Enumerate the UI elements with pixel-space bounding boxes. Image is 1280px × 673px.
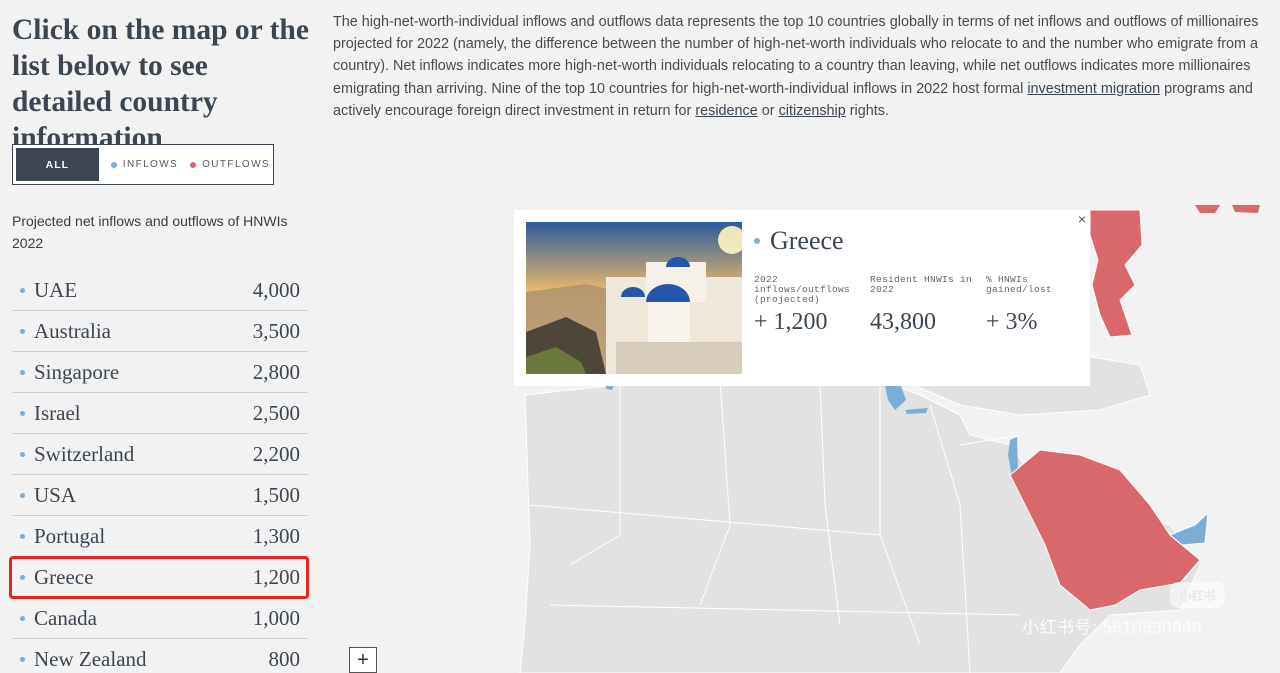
country-value: 1,200	[252, 564, 300, 589]
citizenship-link[interactable]: citizenship	[779, 103, 846, 119]
intro-text-4: rights.	[845, 102, 889, 119]
country-value: 2,500	[252, 400, 300, 425]
country-row-singapore[interactable]: Singapore 2,800	[12, 352, 308, 393]
country-panel: Click on the map or the list below to se…	[0, 0, 320, 673]
country-value: 1,000	[252, 605, 300, 630]
stat-value: + 3%	[986, 309, 1038, 335]
country-name: UAE	[34, 277, 78, 302]
country-row-new-zealand[interactable]: New Zealand 800	[12, 639, 308, 673]
country-value: 1,300	[252, 523, 300, 548]
stat-label: Resident HNWIs in 2022	[870, 274, 973, 295]
stat-value: 43,800	[870, 309, 936, 335]
country-name: Portugal	[34, 523, 106, 548]
bullet-icon	[20, 287, 25, 293]
residence-link[interactable]: residence	[695, 103, 757, 119]
intro-paragraph: The high-net-worth-individual inflows an…	[333, 11, 1268, 122]
country-name: Israel	[34, 400, 81, 425]
country-value: 800	[268, 647, 301, 671]
country-photo	[526, 222, 742, 374]
inflows-dot-icon	[110, 161, 117, 168]
stat-inflows: 2022 inflows/outflows (projected) + 1,20…	[754, 275, 864, 336]
intro-text-3: or	[757, 102, 779, 119]
country-name: Switzerland	[34, 441, 135, 466]
bullet-icon	[20, 574, 25, 580]
stat-label: % HNWIs gained/lost	[986, 274, 1053, 295]
country-row-greece[interactable]: Greece 1,200	[12, 557, 308, 598]
santorini-image	[526, 222, 742, 374]
stat-percent-change: % HNWIs gained/lost + 3%	[986, 275, 1096, 336]
country-value: 3,500	[252, 318, 300, 343]
bullet-icon	[20, 410, 25, 416]
bullet-icon	[20, 492, 25, 498]
investment-migration-link[interactable]: investment migration	[1027, 81, 1160, 97]
filter-outflows-label: OUTFLOWS	[202, 159, 270, 170]
bullet-icon	[20, 328, 25, 334]
bullet-icon	[20, 451, 25, 457]
filter-inflows-button[interactable]: INFLOWS	[110, 159, 179, 170]
watermark-badge: 小红书	[1170, 582, 1225, 608]
country-name: Singapore	[34, 359, 120, 384]
country-value: 1,500	[252, 482, 300, 507]
country-row-israel[interactable]: Israel 2,500	[12, 393, 308, 434]
country-row-uae[interactable]: UAE 4,000	[12, 270, 308, 311]
country-row-portugal[interactable]: Portugal 1,300	[12, 516, 308, 557]
bullet-icon	[20, 533, 25, 539]
country-name: Canada	[34, 605, 97, 630]
country-row-switzerland[interactable]: Switzerland 2,200	[12, 434, 308, 475]
filter-outflows-button[interactable]: OUTFLOWS	[190, 159, 270, 170]
flow-filter: ALL INFLOWS OUTFLOWS	[12, 144, 274, 185]
country-name: Australia	[34, 318, 111, 343]
filter-all-button[interactable]: ALL	[16, 148, 99, 181]
popup-country-title: Greece	[754, 226, 844, 256]
page-headline: Click on the map or the list below to se…	[12, 14, 309, 154]
country-popup: × Greece 2022 inflows/outflows (projecte…	[514, 210, 1090, 386]
stat-value: + 1,200	[754, 309, 828, 335]
map-region-outflow-ne	[1195, 205, 1220, 213]
popup-country-name: Greece	[770, 226, 844, 255]
filter-inflows-label: INFLOWS	[122, 159, 179, 170]
country-row-usa[interactable]: USA 1,500	[12, 475, 308, 516]
country-name: USA	[34, 482, 77, 507]
country-list: UAE 4,000 Australia 3,500 Singapore 2,80…	[12, 270, 308, 673]
zoom-in-button[interactable]: +	[349, 647, 377, 673]
bullet-icon	[754, 238, 760, 244]
map-region-outflow-ne2	[1232, 205, 1260, 213]
bullet-icon	[20, 369, 25, 375]
stat-resident-hnwis: Resident HNWIs in 2022 43,800	[870, 275, 980, 336]
country-value: 2,200	[252, 441, 300, 466]
country-row-canada[interactable]: Canada 1,000	[12, 598, 308, 639]
watermark-text: 小红书号: 5610830940	[1022, 618, 1202, 637]
outflows-dot-icon	[190, 161, 197, 168]
list-caption: Projected net inflows and outflows of HN…	[12, 213, 288, 251]
country-name: Greece	[34, 564, 94, 589]
bullet-icon	[20, 657, 25, 662]
country-value: 2,800	[252, 359, 300, 384]
bullet-icon	[20, 615, 25, 621]
country-row-australia[interactable]: Australia 3,500	[12, 311, 308, 352]
map-region-uae	[1169, 511, 1209, 546]
stat-label: 2022 inflows/outflows (projected)	[754, 274, 851, 305]
country-value: 4,000	[252, 277, 300, 302]
country-name: New Zealand	[34, 647, 147, 671]
map-region-outflow-north	[1089, 209, 1143, 338]
close-icon[interactable]: ×	[1078, 212, 1086, 226]
